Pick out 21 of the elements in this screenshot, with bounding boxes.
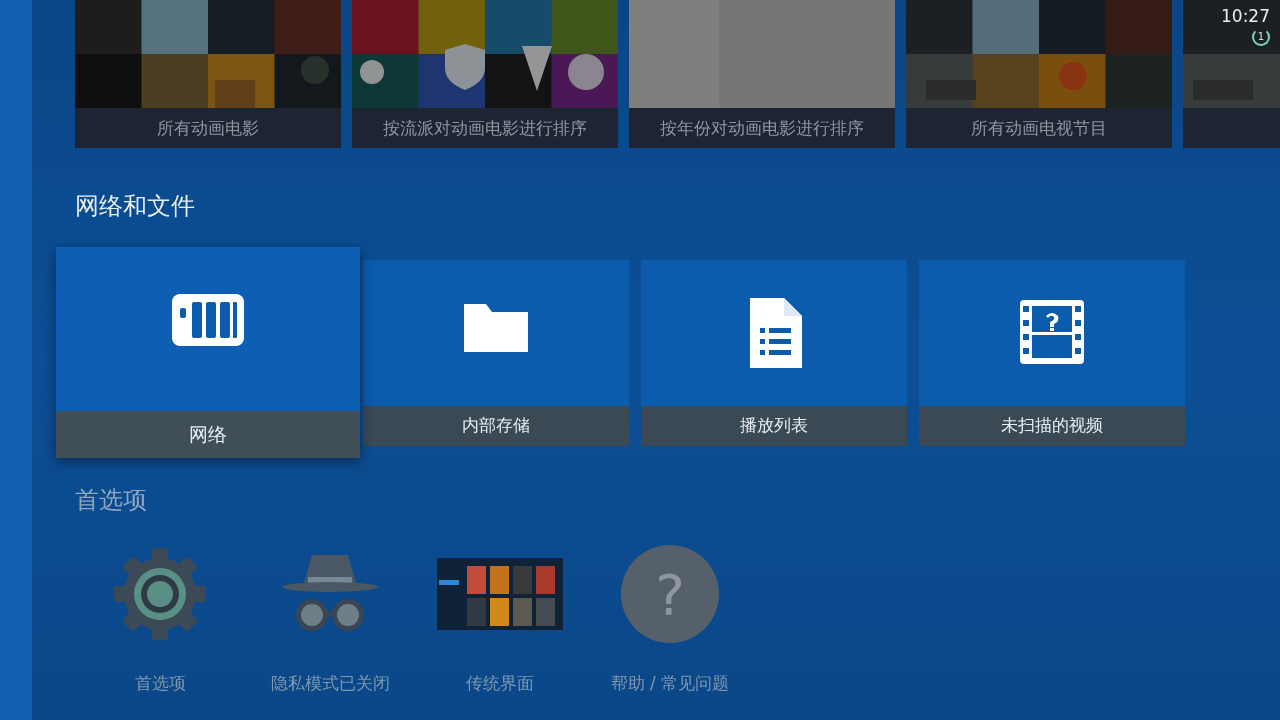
card-label: 所有动画电视节目 xyxy=(971,116,1107,140)
menu-item[interactable]: 首选项 xyxy=(134,672,186,695)
tile-label: 网络 xyxy=(189,421,227,447)
section-title: 网络和文件 xyxy=(75,191,196,222)
help-icon: ? xyxy=(621,545,719,643)
category-card[interactable]: 所有动画电影 xyxy=(75,0,341,148)
tile-label: 未扫描的视频 xyxy=(1001,414,1103,437)
section-title: 首选项 xyxy=(75,485,148,516)
clock-time: 10:27 xyxy=(1221,6,1270,26)
card-label: 按年份对动画电影进行排序 xyxy=(660,116,864,140)
menu-item[interactable]: 帮助 / 常见问题 xyxy=(610,672,730,695)
menu-item[interactable]: 传统界面 xyxy=(466,672,534,695)
tile-label: 内部存储 xyxy=(462,414,530,437)
card-label: 按流派对动画电影进行排序 xyxy=(383,116,587,140)
tile-label: 播放列表 xyxy=(740,414,808,437)
menu-item[interactable]: 隐私模式已关闭 xyxy=(270,672,390,695)
category-card[interactable]: 按流派对动画电影进行排序 xyxy=(352,0,618,148)
category-card[interactable]: 所有动画电视节目 xyxy=(906,0,1172,148)
category-card[interactable]: 按年份对动画电影进行排序 xyxy=(629,0,895,148)
card-label: 所有动画电影 xyxy=(157,116,259,140)
gear-icon xyxy=(112,546,208,642)
